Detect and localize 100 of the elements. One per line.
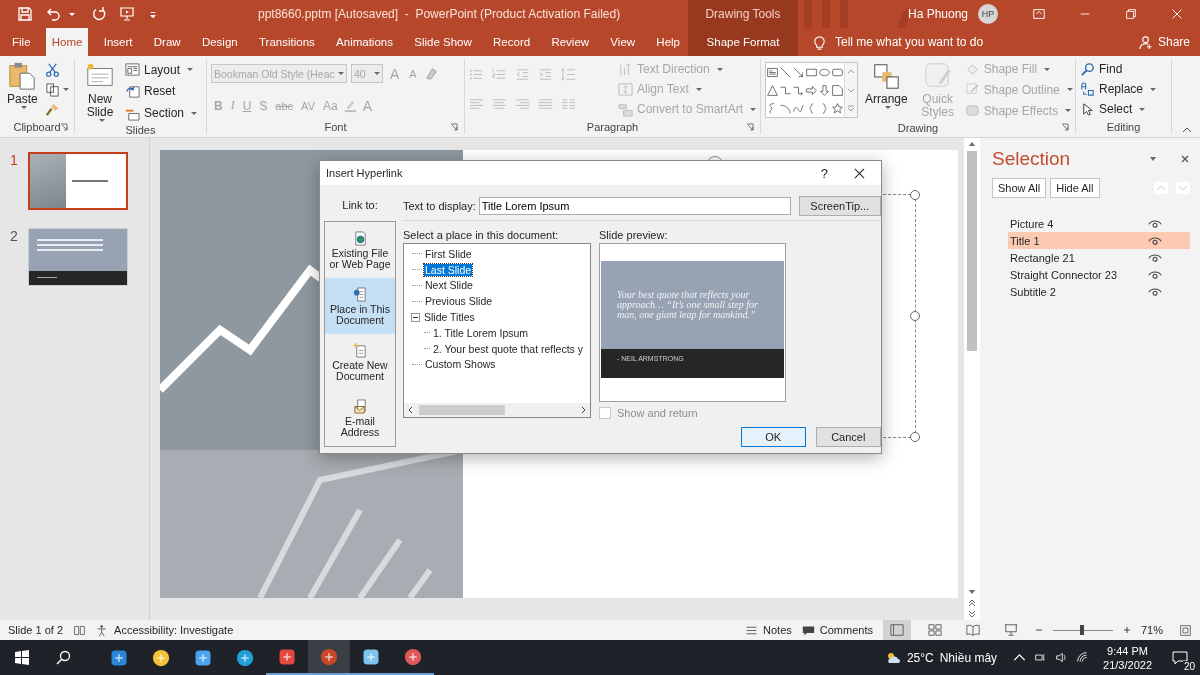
volume-icon[interactable] bbox=[1055, 651, 1069, 664]
ribbon-tab[interactable]: Help bbox=[650, 28, 686, 56]
ribbon-tab[interactable]: Slide Show bbox=[408, 28, 478, 56]
vertical-scrollbar[interactable] bbox=[964, 138, 980, 620]
scroll-down-icon[interactable] bbox=[847, 86, 855, 94]
show-all-button[interactable]: Show All bbox=[992, 178, 1047, 198]
ribbon-command[interactable]: Replace bbox=[1080, 81, 1157, 97]
zoom-in-icon[interactable] bbox=[1123, 626, 1131, 634]
ribbon-tab[interactable]: Shape Format bbox=[688, 28, 798, 56]
eye-icon[interactable] bbox=[1148, 269, 1162, 280]
scroll-down-icon[interactable] bbox=[968, 588, 976, 596]
new-slide-button[interactable]: New Slide bbox=[79, 59, 121, 124]
spelling-icon[interactable] bbox=[73, 623, 87, 637]
tell-me-search[interactable]: Tell me what you want to do bbox=[798, 28, 984, 56]
help-button[interactable]: ? bbox=[820, 165, 828, 181]
tree-item[interactable]: Slide Titles bbox=[423, 311, 476, 324]
dialog-launcher-icon[interactable] bbox=[60, 123, 68, 131]
right-arrow-icon[interactable] bbox=[805, 83, 818, 97]
scroll-up-icon[interactable] bbox=[968, 140, 976, 148]
windows-start-icon[interactable] bbox=[14, 649, 30, 666]
search-icon[interactable] bbox=[56, 649, 72, 666]
triangle-icon[interactable] bbox=[766, 83, 779, 97]
share-button[interactable]: Share bbox=[1137, 28, 1190, 56]
selection-list-item[interactable]: Rectangle 21 bbox=[1008, 249, 1190, 266]
weather-condition[interactable]: Nhiều mây bbox=[939, 650, 998, 665]
fit-to-window-icon[interactable] bbox=[1179, 623, 1192, 637]
ribbon-tab[interactable]: Transitions bbox=[252, 28, 321, 56]
eye-icon[interactable] bbox=[1148, 218, 1162, 229]
ok-button[interactable]: OK bbox=[740, 427, 806, 447]
tree-item[interactable]: Custom Shows bbox=[424, 358, 497, 371]
link-type-option[interactable]: Existing File or Web Page bbox=[325, 222, 395, 278]
shapes-gallery[interactable] bbox=[765, 62, 858, 118]
ribbon-command[interactable]: Find bbox=[1080, 61, 1157, 77]
link-type-option[interactable]: Place in This Document bbox=[325, 278, 395, 334]
selection-list-item[interactable]: Straight Connector 23 bbox=[1008, 266, 1190, 283]
paste-button[interactable]: Paste bbox=[4, 59, 41, 119]
tree-item[interactable]: Previous Slide bbox=[424, 295, 494, 308]
dialog-launcher-icon[interactable] bbox=[746, 123, 754, 131]
resize-handle[interactable] bbox=[910, 190, 920, 200]
link-type-option[interactable]: Create New Document bbox=[325, 334, 395, 390]
selection-list-item[interactable]: Subtitle 2 bbox=[1008, 283, 1190, 300]
text-to-display-field[interactable]: Title Lorem Ipsum bbox=[478, 197, 791, 215]
selection-list-item[interactable]: Title 1 bbox=[1008, 232, 1190, 249]
eye-icon[interactable] bbox=[1148, 286, 1162, 297]
ribbon-tab[interactable]: View bbox=[604, 28, 642, 56]
ribbon-tab[interactable]: Insert bbox=[97, 28, 139, 56]
presenter-icon[interactable] bbox=[119, 6, 135, 22]
ribbon-tab[interactable]: Animations bbox=[330, 28, 399, 56]
tree-item[interactable]: 2. Your best quote that reflects y bbox=[432, 342, 584, 355]
tree-item[interactable]: Next Slide bbox=[424, 279, 474, 292]
ribbon-command[interactable]: Select bbox=[1080, 101, 1157, 117]
scrollbar-thumb[interactable] bbox=[419, 405, 505, 415]
resize-handle[interactable] bbox=[910, 311, 920, 321]
screentip-button[interactable]: ScreenTip... bbox=[798, 196, 881, 216]
resize-handle[interactable] bbox=[910, 432, 920, 442]
tree-item[interactable]: First Slide bbox=[424, 247, 473, 260]
ribbon-tab[interactable]: Design bbox=[195, 28, 244, 56]
ribbon-command[interactable]: Layout bbox=[125, 62, 198, 78]
selection-list-item[interactable]: Picture 4 bbox=[1008, 215, 1190, 232]
textbox-icon[interactable] bbox=[766, 65, 779, 79]
line-icon[interactable] bbox=[779, 65, 792, 79]
comments-button[interactable]: Comments bbox=[801, 623, 873, 637]
collapse-toggle[interactable] bbox=[411, 312, 420, 322]
close-icon[interactable] bbox=[1180, 154, 1190, 164]
accessibility-button[interactable]: Accessibility: Investigate bbox=[96, 623, 234, 637]
clock[interactable]: 9:44 PM 21/3/2022 bbox=[1103, 643, 1152, 672]
user-avatar[interactable]: HP bbox=[978, 4, 998, 24]
ribbon-tab[interactable]: Review bbox=[545, 28, 596, 56]
redo-icon[interactable] bbox=[91, 6, 107, 22]
arrow-icon[interactable] bbox=[792, 65, 805, 79]
copy-icon[interactable] bbox=[44, 81, 60, 97]
close-icon[interactable] bbox=[854, 167, 865, 179]
save-icon[interactable] bbox=[17, 6, 33, 22]
next-slide-icon[interactable] bbox=[968, 610, 976, 618]
tree-item[interactable]: 1. Title Lorem Ipsum bbox=[432, 326, 530, 339]
tree-item[interactable]: Last Slide bbox=[424, 263, 473, 276]
zoom-level[interactable]: 71% bbox=[1141, 624, 1169, 636]
wifi-icon[interactable] bbox=[1076, 651, 1090, 664]
cancel-button[interactable]: Cancel bbox=[815, 427, 881, 447]
notes-button[interactable]: Notes bbox=[745, 623, 792, 637]
star-icon[interactable] bbox=[831, 101, 844, 115]
scrollbar-thumb[interactable] bbox=[967, 151, 977, 351]
ribbon-command[interactable]: Section bbox=[125, 105, 198, 121]
ribbon-tab[interactable]: Home bbox=[45, 28, 89, 56]
format-painter-icon[interactable] bbox=[44, 101, 60, 117]
normal-view-icon[interactable] bbox=[883, 620, 911, 640]
ribbon-tab[interactable]: Record bbox=[487, 28, 537, 56]
scroll-left-icon[interactable] bbox=[407, 406, 415, 414]
ribbon-display-icon[interactable] bbox=[1032, 7, 1046, 21]
ribbon-tab[interactable]: Draw bbox=[147, 28, 187, 56]
hide-all-button[interactable]: Hide All bbox=[1050, 178, 1100, 198]
down-arrow-icon[interactable] bbox=[818, 83, 831, 97]
dialog-launcher-icon[interactable] bbox=[1061, 123, 1069, 131]
zoom-slider-thumb[interactable] bbox=[1080, 625, 1085, 635]
ribbon-command[interactable]: Reset bbox=[125, 84, 198, 99]
horizontal-scrollbar[interactable] bbox=[404, 403, 590, 417]
more-icon[interactable] bbox=[847, 104, 855, 112]
scroll-up-icon[interactable] bbox=[847, 68, 855, 76]
slide-thumbnail[interactable] bbox=[28, 152, 128, 210]
undo-icon[interactable] bbox=[45, 6, 61, 22]
